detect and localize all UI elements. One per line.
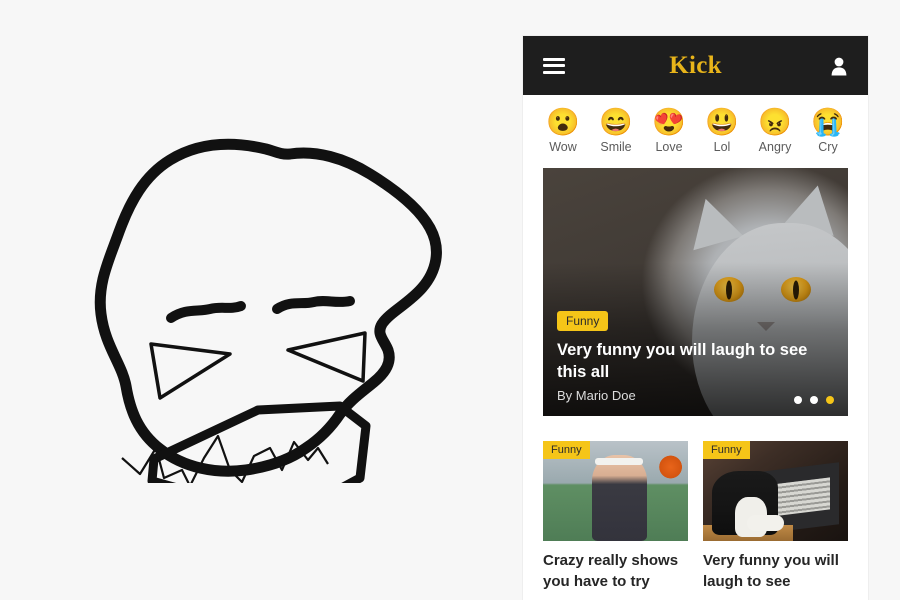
smile-emoji-icon: 😄 bbox=[599, 107, 633, 137]
reaction-label: Lol bbox=[713, 140, 731, 154]
right-eye-path bbox=[286, 331, 367, 383]
reaction-bar: 😮 Wow 😄 Smile 😍 Love 😃 Lol 😠 Angry 😭 Cry bbox=[523, 95, 868, 164]
carousel-dots bbox=[794, 396, 834, 404]
cry-emoji-icon: 😭 bbox=[811, 107, 845, 137]
wow-emoji-icon: 😮 bbox=[546, 107, 580, 137]
reaction-smile[interactable]: 😄 Smile bbox=[594, 107, 638, 154]
sketch-pane bbox=[0, 0, 523, 600]
app-brand-logo: Kick bbox=[669, 51, 722, 79]
article-title: Crazy really shows you have to try bbox=[543, 552, 679, 590]
reaction-wow[interactable]: 😮 Wow bbox=[541, 107, 585, 154]
app-header: Kick bbox=[523, 36, 868, 95]
category-badge[interactable]: Funny bbox=[703, 441, 750, 459]
article-thumbnail-2: Funny bbox=[703, 441, 848, 541]
reaction-lol[interactable]: 😃 Lol bbox=[700, 107, 744, 154]
featured-article-body: Funny Very funny you will laugh to see t… bbox=[557, 311, 834, 404]
user-account-icon[interactable] bbox=[830, 56, 848, 76]
mobile-app-preview: Kick 😮 Wow 😄 Smile 😍 Love 😃 Lol 😠 Angry … bbox=[523, 36, 868, 600]
article-thumbnail-1: Funny bbox=[543, 441, 688, 541]
category-badge[interactable]: Funny bbox=[543, 441, 590, 459]
tuxedo-cat-paw bbox=[746, 515, 785, 531]
reaction-angry[interactable]: 😠 Angry bbox=[753, 107, 797, 154]
reaction-label: Wow bbox=[549, 140, 577, 154]
basketball-player-figure bbox=[592, 455, 648, 541]
face-outline-path bbox=[94, 138, 442, 477]
carousel-dot-1[interactable] bbox=[794, 396, 802, 404]
headband-shape bbox=[595, 458, 644, 465]
right-eyebrow-path bbox=[272, 296, 355, 314]
left-eye-path bbox=[149, 342, 232, 400]
reaction-label: Angry bbox=[758, 140, 792, 154]
article-card-1[interactable]: Funny Crazy really shows you have to try bbox=[543, 441, 688, 592]
hand-drawn-laughing-face-illustration bbox=[94, 138, 442, 483]
reaction-label: Love bbox=[655, 140, 683, 154]
hamburger-line bbox=[543, 64, 565, 67]
category-badge[interactable]: Funny bbox=[557, 311, 609, 331]
reaction-label: Cry bbox=[818, 140, 838, 154]
carousel-dot-3-active[interactable] bbox=[826, 396, 834, 404]
article-card-2[interactable]: Funny Very funny you will laugh to see bbox=[703, 441, 848, 592]
laptop-keyboard bbox=[770, 476, 830, 517]
featured-article-card[interactable]: Funny Very funny you will laugh to see t… bbox=[543, 168, 848, 416]
reaction-love[interactable]: 😍 Love bbox=[647, 107, 691, 154]
featured-article-title: Very funny you will laugh to see this al… bbox=[557, 341, 808, 381]
reaction-cry[interactable]: 😭 Cry bbox=[806, 107, 850, 154]
hamburger-icon[interactable] bbox=[543, 57, 565, 74]
hamburger-line bbox=[543, 70, 565, 74]
featured-article-author: By Mario Doe bbox=[557, 388, 636, 403]
left-eyebrow-path bbox=[166, 301, 246, 323]
user-account-glyph bbox=[831, 57, 847, 75]
hamburger-line bbox=[543, 57, 565, 61]
article-title: Very funny you will laugh to see bbox=[703, 552, 839, 590]
angry-emoji-icon: 😠 bbox=[758, 107, 792, 137]
love-emoji-icon: 😍 bbox=[652, 107, 686, 137]
lol-emoji-icon: 😃 bbox=[705, 107, 739, 137]
reaction-label: Smile bbox=[600, 140, 632, 154]
article-grid: Funny Crazy really shows you have to try… bbox=[543, 441, 848, 592]
carousel-dot-2[interactable] bbox=[810, 396, 818, 404]
